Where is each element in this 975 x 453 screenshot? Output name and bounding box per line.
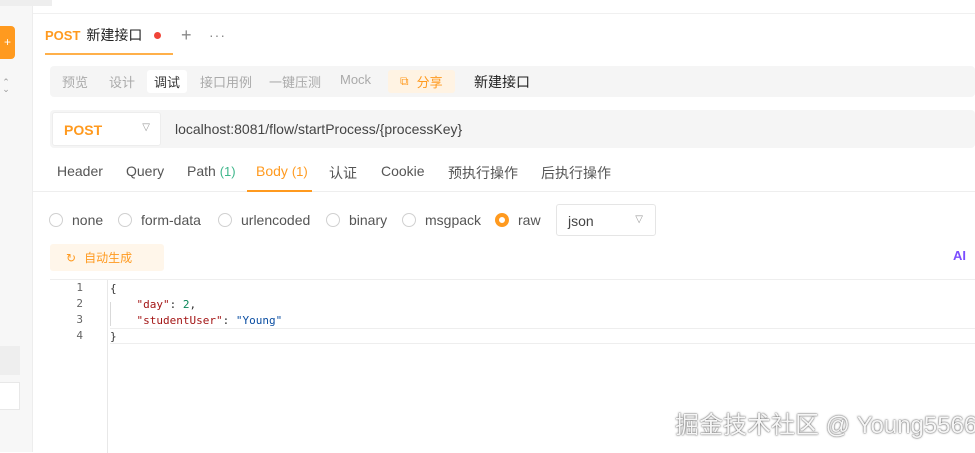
radio-raw-label: raw [518, 212, 541, 228]
expand-arrows-icon[interactable]: ⌃ ⌄ [0, 78, 12, 94]
tab-active-indicator [45, 53, 173, 55]
tab-name: 新建接口 [86, 27, 143, 43]
tab-post-script[interactable]: 后执行操作 [541, 163, 611, 183]
rail-item-selected[interactable] [0, 346, 20, 375]
tab-auth[interactable]: 认证 [329, 163, 357, 183]
radio-circle [402, 213, 416, 227]
tab-path-label: Path [187, 163, 216, 179]
json-string: "Young" [235, 314, 283, 327]
raw-format-value: json [568, 213, 594, 229]
request-tab[interactable]: POST 新建接口 [45, 24, 162, 46]
url-input[interactable]: localhost:8081/flow/startProcess/{proces… [175, 121, 462, 137]
watermark: 掘金技术社区 @ Young5566 [675, 412, 975, 439]
add-tab-button[interactable]: + [181, 25, 192, 46]
tab-body-label: Body [256, 163, 288, 179]
radio-binary[interactable]: binary [326, 212, 387, 228]
radio-circle [326, 213, 340, 227]
tab-query-label: Query [126, 163, 165, 179]
line-number: 1 [76, 281, 83, 294]
top-strip [33, 0, 975, 14]
radio-urlencoded[interactable]: urlencoded [218, 212, 310, 228]
radio-circle [49, 213, 63, 227]
active-line-highlight [110, 328, 975, 344]
unsaved-dot-icon [154, 31, 162, 39]
auto-generate-button[interactable]: ↻ 自动生成 [50, 244, 164, 271]
main-panel: POST 新建接口 + ··· 预览 设计 调试 接口用例 一键压测 Mock … [33, 0, 975, 453]
rail-item[interactable] [0, 382, 20, 410]
tab-header[interactable]: Header [57, 163, 103, 179]
method-value: POST [64, 122, 103, 138]
mode-test-cases[interactable]: 接口用例 [200, 72, 252, 91]
radio-raw[interactable]: raw [495, 212, 541, 228]
radio-msgpack-label: msgpack [425, 212, 482, 228]
code-line: } [110, 330, 117, 343]
radio-circle [118, 213, 132, 227]
tab-cookie-label: Cookie [381, 163, 425, 179]
tab-auth-label: 认证 [329, 165, 357, 181]
method-select[interactable]: POST ▽ [52, 112, 161, 146]
code-line: "studentUser": "Young" [136, 314, 283, 327]
more-tabs-button[interactable]: ··· [209, 27, 226, 43]
tab-cookie[interactable]: Cookie [381, 163, 425, 179]
doc-title: 新建接口 [474, 74, 530, 90]
radio-form-data[interactable]: form-data [118, 212, 201, 228]
json-key: "studentUser" [136, 314, 223, 327]
tab-path[interactable]: Path (1) [187, 163, 236, 179]
line-number: 4 [76, 329, 83, 342]
radio-binary-label: binary [349, 212, 388, 228]
tab-body[interactable]: Body (1) [256, 163, 308, 179]
mode-mock[interactable]: Mock [340, 72, 371, 87]
mode-load-test[interactable]: 一键压测 [269, 72, 321, 91]
param-tab-active-indicator [247, 190, 312, 192]
auto-generate-label: 自动生成 [84, 251, 133, 265]
code-line: "day": 2, [136, 298, 197, 311]
tab-method: POST [45, 27, 81, 43]
param-tabs: Header Query Path (1) Body (1) 认证 Cookie… [33, 152, 975, 192]
share-label: 分享 [416, 75, 443, 90]
line-number: 2 [76, 297, 83, 310]
tab-pre-script-label: 预执行操作 [448, 165, 518, 181]
mode-preview[interactable]: 预览 [62, 72, 88, 91]
chevron-down-icon: ▽ [142, 122, 150, 133]
tab-pre-script[interactable]: 预执行操作 [448, 163, 518, 183]
tab-body-count: (1) [291, 164, 308, 179]
json-number: 2 [182, 298, 190, 311]
share-button[interactable]: ⧉ 分享 [388, 70, 455, 93]
url-bar: POST ▽ localhost:8081/flow/startProcess/… [50, 110, 975, 148]
radio-form-data-label: form-data [141, 212, 201, 228]
plus-icon[interactable]: + [0, 26, 15, 59]
radio-urlencoded-label: urlencoded [241, 212, 311, 228]
tab-post-script-label: 后执行操作 [541, 165, 611, 181]
tab-query[interactable]: Query [126, 163, 164, 179]
chevron-down-icon: ▽ [635, 214, 643, 225]
radio-none-label: none [72, 212, 104, 228]
json-key: "day" [136, 298, 170, 311]
radio-none[interactable]: none [49, 212, 103, 228]
share-icon: ⧉ [400, 74, 409, 88]
mode-debug[interactable]: 调试 [147, 70, 188, 93]
radio-msgpack[interactable]: msgpack [402, 212, 481, 228]
ai-button[interactable]: AI [953, 248, 966, 263]
request-tab-bar: POST 新建接口 + ··· [33, 15, 975, 55]
refresh-icon: ↻ [66, 250, 77, 265]
code-line: { [110, 282, 117, 295]
radio-circle [218, 213, 232, 227]
mode-toolbar: 预览 设计 调试 接口用例 一键压测 Mock ⧉ 分享 新建接口 [50, 66, 975, 97]
radio-circle-checked [495, 213, 509, 227]
line-number-gutter: 1 2 3 4 [50, 280, 108, 453]
tab-header-label: Header [57, 163, 103, 179]
mode-design[interactable]: 设计 [109, 72, 135, 91]
body-type-options: none form-data urlencoded binary msgpack… [33, 204, 975, 236]
left-rail: + ⌃ ⌄ [0, 0, 52, 452]
raw-format-select[interactable]: json ▽ [556, 204, 656, 236]
tab-path-count: (1) [219, 164, 236, 179]
line-number: 3 [76, 313, 83, 326]
